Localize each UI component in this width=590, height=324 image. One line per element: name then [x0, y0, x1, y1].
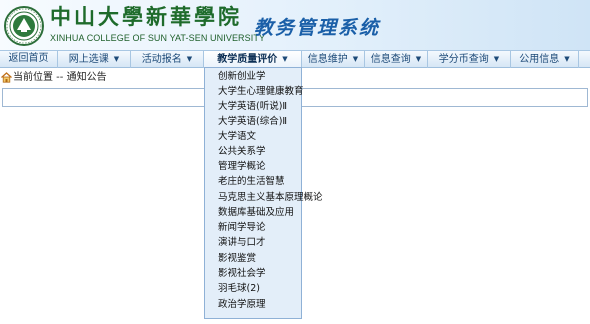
- menu-item-course[interactable]: 新闻学导论: [218, 221, 266, 235]
- chevron-down-icon: ▼: [564, 55, 570, 63]
- menu-item-course[interactable]: 影视社会学: [218, 267, 266, 281]
- nav-label: 信息维护: [307, 54, 348, 65]
- school-logo: [4, 6, 44, 46]
- menu-item-course[interactable]: 影视鉴赏: [218, 252, 256, 266]
- nav-label: 公用信息: [519, 54, 560, 65]
- nav-label: 网上选课: [68, 54, 109, 65]
- nav-home[interactable]: 返回首页: [0, 51, 58, 68]
- school-name-english: XINHUA COLLEGE OF SUN YAT-SEN UNIVERSITY: [50, 33, 266, 43]
- menu-item-course[interactable]: 创新创业学: [218, 70, 266, 84]
- nav-label: 学分币查询: [438, 54, 489, 65]
- nav-label: 活动报名: [141, 54, 182, 65]
- nav-activity-registration[interactable]: 活动报名 ▼: [131, 51, 204, 68]
- menu-item-course[interactable]: 政治学原理: [218, 298, 266, 312]
- menu-item-course[interactable]: 管理学概论: [218, 160, 266, 174]
- main-nav: 返回首页 网上选课 ▼ 活动报名 ▼ 教学质量评价 ▼ 信息维护 ▼ 信息查询 ▼ 学分币…: [0, 50, 590, 68]
- menu-item-course[interactable]: 马克思主义基本原理概论: [218, 191, 323, 205]
- nav-label: 信息查询: [370, 54, 411, 65]
- menu-item-course[interactable]: 老庄的生活智慧: [218, 175, 285, 189]
- nav-credit-coin-query[interactable]: 学分币查询 ▼: [428, 51, 511, 68]
- page: 中山大學新華學院 XINHUA COLLEGE OF SUN YAT-SEN U…: [0, 0, 590, 324]
- nav-label: 返回首页: [8, 53, 49, 64]
- menu-item-course[interactable]: 羽毛球(2): [218, 282, 260, 296]
- nav-public-info[interactable]: 公用信息 ▼: [511, 51, 579, 68]
- nav-teaching-evaluation[interactable]: 教学质量评价 ▼: [204, 51, 302, 68]
- nav-label: 教学质量评价: [217, 54, 278, 65]
- chevron-down-icon: ▼: [415, 55, 422, 63]
- menu-item-course[interactable]: 公共关系学: [218, 145, 266, 159]
- menu-item-course[interactable]: 大学英语(综合)Ⅱ: [218, 115, 287, 129]
- menu-item-course[interactable]: 大学英语(听说)Ⅱ: [218, 100, 287, 114]
- menu-item-course[interactable]: 演讲与口才: [218, 236, 266, 250]
- teaching-evaluation-menu: 创新创业学 大学生心理健康教育 大学英语(听说)Ⅱ 大学英语(综合)Ⅱ 大学语文…: [204, 67, 323, 319]
- home-icon: [1, 72, 12, 83]
- system-title: 教务管理系统: [254, 17, 381, 39]
- menu-item-course[interactable]: 数据库基础及应用: [218, 206, 294, 220]
- nav-online-course-selection[interactable]: 网上选课 ▼: [58, 51, 131, 68]
- chevron-down-icon: ▼: [186, 55, 193, 63]
- chevron-down-icon: ▼: [352, 55, 359, 63]
- chevron-down-icon: ▼: [282, 55, 288, 63]
- nav-info-query[interactable]: 信息查询 ▼: [365, 51, 428, 68]
- school-name: 中山大學新華學院: [50, 4, 242, 29]
- header-banner: 中山大學新華學院 XINHUA COLLEGE OF SUN YAT-SEN U…: [0, 0, 590, 50]
- breadcrumb-text: 当前位置 -- 通知公告: [13, 72, 107, 83]
- menu-item-course[interactable]: 大学生心理健康教育: [218, 85, 304, 99]
- chevron-down-icon: ▼: [113, 55, 120, 63]
- chevron-down-icon: ▼: [493, 55, 500, 63]
- menu-item-course[interactable]: 大学语文: [218, 130, 256, 144]
- nav-info-maintenance[interactable]: 信息维护 ▼: [302, 51, 365, 68]
